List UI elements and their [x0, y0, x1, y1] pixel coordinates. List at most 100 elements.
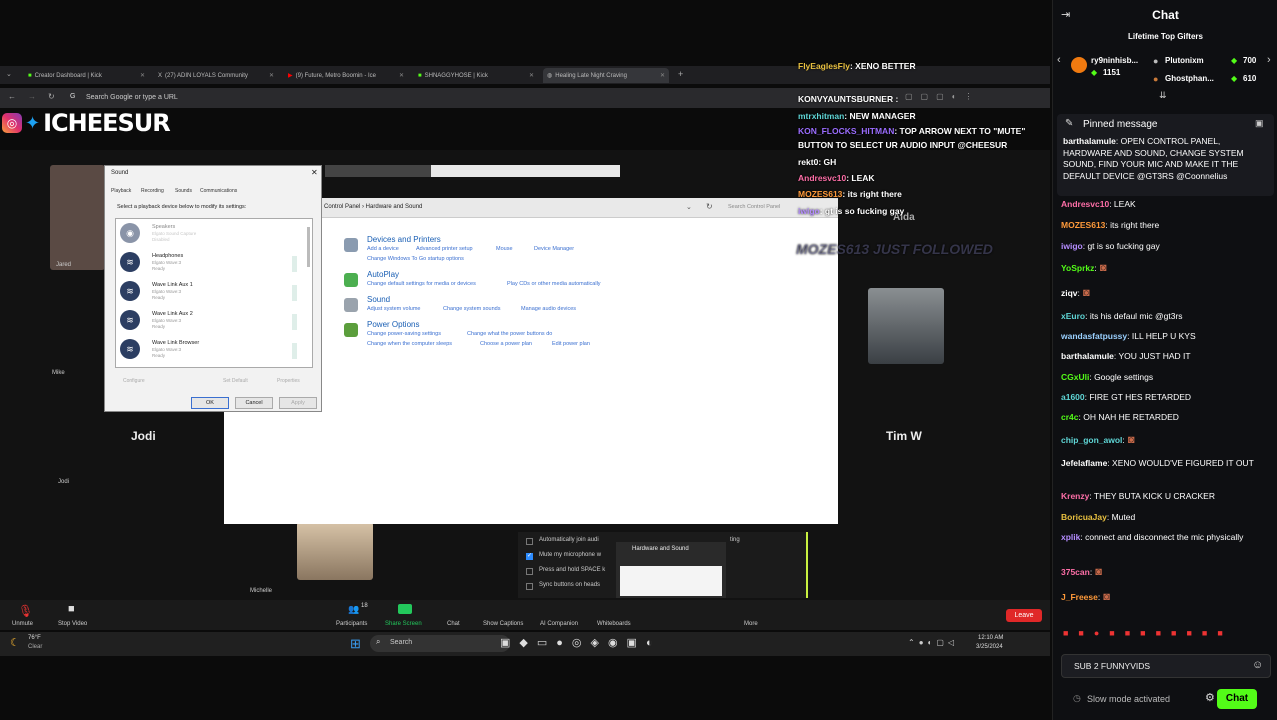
checkbox-checked[interactable]: ✓ — [526, 553, 533, 560]
ok-button[interactable]: OK — [191, 397, 229, 409]
tab-sounds[interactable]: Sounds — [175, 188, 192, 194]
forward-icon[interactable]: → — [28, 92, 36, 101]
chat-button[interactable]: Chat — [447, 621, 460, 627]
link-power-plan[interactable]: Choose a power plan — [480, 341, 532, 347]
checkbox[interactable] — [526, 568, 533, 575]
camera-icon[interactable]: ■ — [68, 603, 75, 615]
show-captions-button[interactable]: Show Captions — [483, 621, 523, 627]
expand-icon[interactable]: ⇊ — [1159, 90, 1167, 101]
chat-username[interactable]: J_Freese — [1061, 592, 1098, 602]
taskbar-app-icons[interactable]: ▣◆▭●◎◈◉▣◐ — [500, 636, 662, 649]
chat-username[interactable]: a1600 — [1061, 392, 1085, 402]
link-device-manager[interactable]: Device Manager — [534, 246, 574, 252]
breadcrumb[interactable]: Control Panel › Hardware and Sound — [324, 204, 422, 210]
link-system-sounds[interactable]: Change system sounds — [443, 306, 500, 312]
tab-playback[interactable]: Playback — [111, 188, 131, 194]
device-item[interactable]: ≋ Wave Link Browser Elgato Wave:3 Ready — [120, 337, 300, 363]
share-screen-icon[interactable] — [398, 604, 412, 614]
leave-button[interactable]: Leave — [1006, 609, 1042, 622]
share-screen-button[interactable]: Share Screen — [385, 621, 422, 627]
browser-tab-active[interactable]: ◍ Healing Late Night Craving ✕ — [543, 68, 669, 83]
mic-muted-icon[interactable]: 🎙 — [18, 604, 33, 618]
link-windows-to-go[interactable]: Change Windows To Go startup options — [367, 256, 464, 262]
whiteboards-button[interactable]: Whiteboards — [597, 621, 631, 627]
device-item[interactable]: ≋ Headphones Elgato Wave:3 Ready — [120, 250, 300, 276]
chat-username[interactable]: iwigo — [1061, 241, 1083, 251]
link-play-cds[interactable]: Play CDs or other media automatically — [507, 281, 601, 287]
section-autoplay[interactable]: AutoPlay — [367, 270, 399, 279]
tray-icons[interactable]: ⌃●◐▢◁ — [908, 638, 958, 647]
tab-communications[interactable]: Communications — [200, 188, 237, 194]
close-icon[interactable]: ✕ — [311, 168, 318, 177]
section-devices-printers[interactable]: Devices and Printers — [367, 235, 441, 244]
extension-icons[interactable]: ▢▢▢◐⋮ — [905, 92, 981, 101]
ai-companion-button[interactable]: AI Companion — [540, 621, 578, 627]
scrollbar[interactable] — [307, 227, 310, 267]
chat-username[interactable]: wandasfatpussy — [1061, 331, 1127, 341]
apply-button[interactable]: Apply — [279, 397, 317, 409]
cancel-button[interactable]: Cancel — [235, 397, 273, 409]
control-panel-search[interactable]: Search Control Panel — [728, 204, 780, 210]
chat-username[interactable]: 375can — [1061, 567, 1090, 577]
section-power-options[interactable]: Power Options — [367, 320, 419, 329]
link-add-device[interactable]: Add a device — [367, 246, 399, 252]
tab-recording[interactable]: Recording — [141, 188, 164, 194]
new-tab-icon[interactable]: + — [678, 69, 683, 79]
chat-username[interactable]: Jefelaflame — [1061, 458, 1107, 468]
chat-username[interactable]: xEuro — [1061, 311, 1085, 321]
device-item[interactable]: ◉ Speakers Elgato Sound Capture Disabled — [120, 221, 300, 247]
link-adjust-volume[interactable]: Adjust system volume — [367, 306, 421, 312]
emoji-icon[interactable]: ☺ — [1252, 659, 1263, 671]
windows-start-icon[interactable]: ⊞ — [350, 636, 361, 652]
refresh-icon[interactable]: ↻ — [706, 202, 713, 211]
playback-device-list[interactable]: ◉ Speakers Elgato Sound Capture Disabled ≋ H… — [115, 218, 313, 368]
close-icon[interactable]: ✕ — [660, 72, 665, 79]
browser-tab[interactable]: ■ SHNAGGYHOSE | Kick ✕ — [414, 68, 538, 83]
lock-icon[interactable]: ▣ — [1255, 118, 1264, 129]
chevron-left-icon[interactable]: ‹ — [1057, 54, 1061, 66]
device-item[interactable]: ≋ Wave Link Aux 2 Elgato Wave:3 Ready — [120, 308, 300, 334]
link-power-buttons[interactable]: Change what the power buttons do — [467, 331, 552, 337]
taskbar-search[interactable]: ⌕ Search — [370, 635, 510, 652]
chat-username[interactable]: xplik — [1061, 532, 1080, 542]
link-edit-power-plan[interactable]: Edit power plan — [552, 341, 590, 347]
link-power-saving[interactable]: Change power-saving settings — [367, 331, 441, 337]
chat-username[interactable]: BoricuaJay — [1061, 512, 1107, 522]
stop-video-button[interactable]: Stop Video — [58, 621, 87, 627]
configure-button[interactable]: Configure — [123, 378, 145, 384]
chat-username[interactable]: barthalamule — [1061, 351, 1114, 361]
send-chat-button[interactable]: Chat — [1217, 689, 1257, 709]
properties-button[interactable]: Properties — [277, 378, 300, 384]
section-sound[interactable]: Sound — [367, 295, 390, 304]
participants-button[interactable]: Participants — [336, 621, 367, 627]
address-input[interactable]: Search Google or type a URL — [86, 94, 178, 101]
chat-username[interactable]: cr4c — [1061, 412, 1079, 422]
chat-username[interactable]: CGxUli — [1061, 372, 1089, 382]
chat-username[interactable]: chip_gon_awol — [1061, 435, 1122, 445]
settings-gear-icon[interactable]: ⚙ — [1205, 691, 1215, 704]
checkbox[interactable] — [526, 583, 533, 590]
device-item[interactable]: ≋ Wave Link Aux 1 Elgato Wave:3 Ready — [120, 279, 300, 305]
chevron-right-icon[interactable]: › — [1267, 54, 1271, 66]
reload-icon[interactable]: ↻ — [48, 92, 55, 101]
chat-username[interactable]: MOZES613 — [1061, 220, 1105, 230]
chevron-down-icon[interactable]: ⌄ — [6, 70, 12, 78]
back-icon[interactable]: ← — [8, 92, 16, 101]
link-computer-sleeps[interactable]: Change when the computer sleeps — [367, 341, 452, 347]
taskbar-preview[interactable]: Hardware and Sound — [616, 542, 726, 598]
link-autoplay-defaults[interactable]: Change default settings for media or dev… — [367, 281, 476, 287]
close-icon[interactable]: ✕ — [269, 72, 274, 79]
chat-username[interactable]: Andresvc10 — [1061, 199, 1109, 209]
chevron-down-icon[interactable]: ⌄ — [686, 203, 692, 211]
browser-tab[interactable]: X (27) ADIN LOYALS Community ✕ — [154, 68, 278, 83]
close-icon[interactable]: ✕ — [140, 72, 145, 79]
browser-tab[interactable]: ▶ (9) Future, Metro Boomin - Ice ✕ — [284, 68, 408, 83]
close-icon[interactable]: ✕ — [529, 72, 534, 79]
chat-username[interactable]: ziqv — [1061, 288, 1078, 298]
link-mouse[interactable]: Mouse — [496, 246, 513, 252]
participants-icon[interactable]: 👥 — [348, 604, 359, 615]
link-advanced-printer[interactable]: Advanced printer setup — [416, 246, 473, 252]
checkbox[interactable] — [526, 538, 533, 545]
chat-input[interactable]: SUB 2 FUNNYVIDS ☺ — [1061, 654, 1271, 678]
set-default-button[interactable]: Set Default — [223, 378, 248, 384]
